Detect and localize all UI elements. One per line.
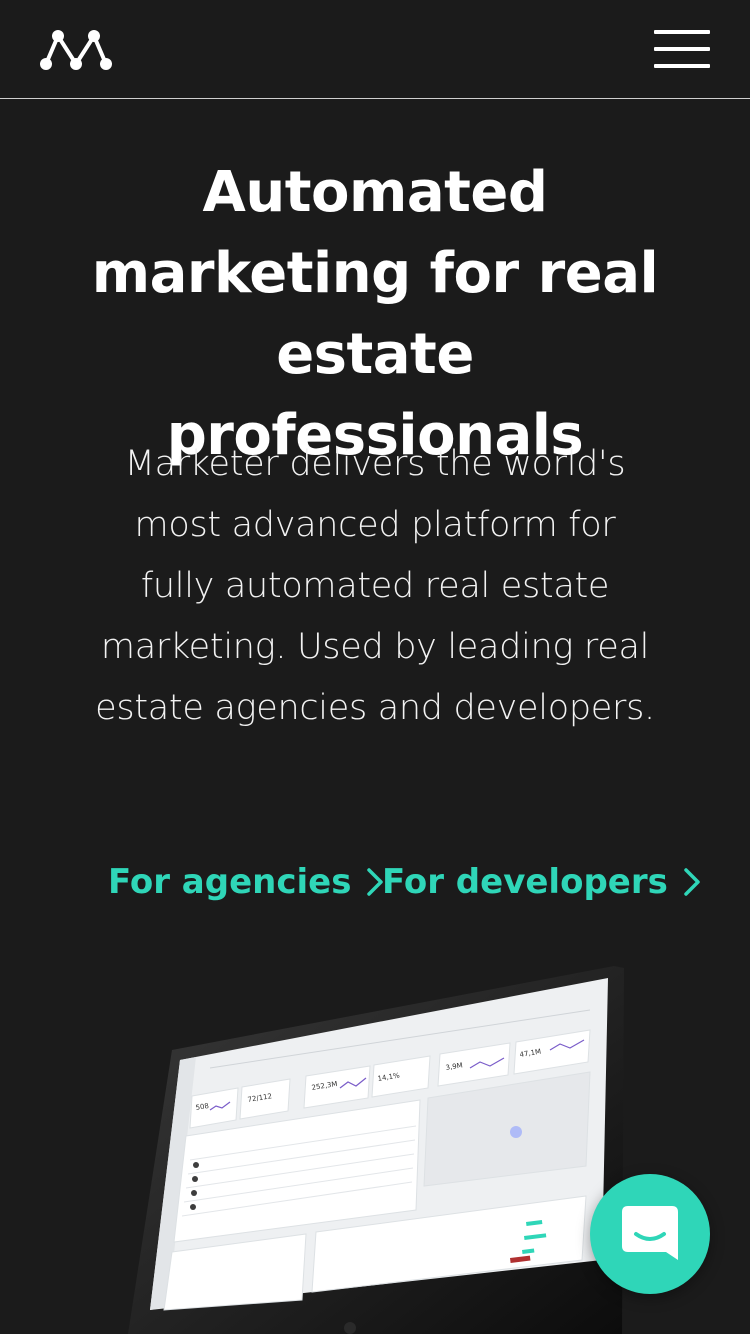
hero-title: Automated marketing for real estate prof…	[91, 160, 659, 468]
marketer-logo-icon[interactable]	[38, 28, 114, 72]
menu-line	[654, 47, 710, 51]
hamburger-menu-icon[interactable]	[652, 28, 712, 70]
chat-launcher-button[interactable]	[590, 1174, 710, 1294]
for-agencies-link[interactable]: For agencies	[108, 862, 385, 902]
dashboard-monitor-image: 508 72/112 252,3M 14,1% 3,9M 47,1M	[128, 966, 624, 1334]
for-developers-link[interactable]: For developers	[382, 862, 702, 902]
chevron-right-icon	[684, 868, 700, 896]
for-developers-label: For developers	[382, 862, 668, 902]
top-navigation-bar	[0, 0, 750, 99]
menu-line	[654, 64, 710, 68]
for-agencies-label: For agencies	[108, 862, 352, 902]
hero-description: Marketer delivers the world's most advan…	[95, 444, 655, 728]
menu-line	[654, 30, 710, 34]
chat-bubble-icon	[622, 1206, 678, 1260]
